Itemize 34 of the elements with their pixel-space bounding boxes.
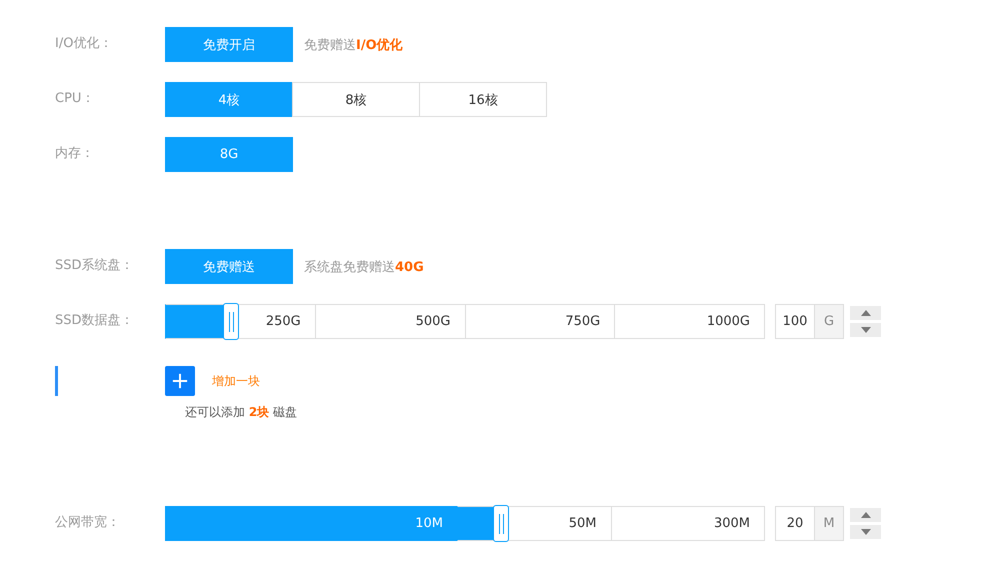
slider-track[interactable]: 250G 500G 750G 1000G	[165, 304, 765, 339]
decrement-button[interactable]	[850, 323, 881, 337]
remaining-text: 还可以添加 2块 磁盘	[185, 404, 298, 421]
option-button[interactable]: 8核	[292, 82, 420, 117]
field-label: SSD数据盘：	[55, 312, 135, 329]
slider-track[interactable]: 10M 50M 300M	[165, 506, 765, 541]
field-label: 公网带宽：	[55, 514, 121, 531]
hint-text: 免费赠送I/O优化	[304, 36, 403, 54]
unit-label: M	[814, 507, 843, 540]
up-triangle-icon	[860, 310, 870, 316]
plus-icon	[172, 373, 188, 389]
number-field[interactable]: 100 G	[775, 304, 844, 339]
add-button[interactable]	[165, 366, 195, 396]
hint-text: 系统盘免费赠送40G	[304, 258, 424, 276]
down-triangle-icon	[860, 529, 870, 535]
up-triangle-icon	[860, 512, 870, 518]
accent-bar	[55, 366, 58, 396]
option-button[interactable]: 16核	[419, 82, 547, 117]
field-label: SSD系统盘：	[55, 257, 135, 274]
slider-handle[interactable]	[493, 505, 509, 542]
slider-stop[interactable]: 1000G	[614, 304, 765, 339]
increment-button[interactable]	[850, 306, 881, 320]
number-field[interactable]: 20 M	[775, 506, 844, 541]
slider-stop[interactable]: 300M	[610, 506, 765, 541]
down-triangle-icon	[860, 327, 870, 333]
unit-label: G	[814, 305, 843, 338]
field-label: I/O优化：	[55, 35, 114, 52]
field-label: 内存：	[55, 145, 95, 162]
slider-stop[interactable]: 500G	[314, 304, 466, 339]
slider-stop[interactable]: 750G	[464, 304, 616, 339]
decrement-button[interactable]	[850, 525, 881, 539]
slider-handle[interactable]	[223, 303, 239, 340]
increment-button[interactable]	[850, 508, 881, 522]
field-label: CPU：	[55, 90, 96, 107]
